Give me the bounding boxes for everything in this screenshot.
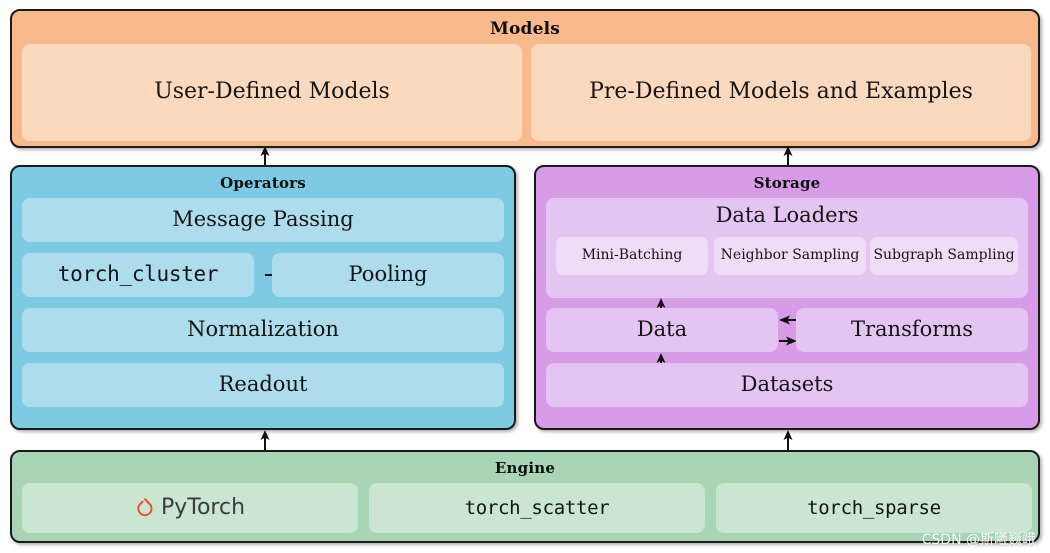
data-loaders-label: Data Loaders: [715, 203, 859, 227]
torch-sparse-box[interactable]: torch_sparse: [716, 483, 1032, 533]
storage-layer: Storage Data Loaders Mini-Batching Neigh…: [534, 165, 1040, 430]
mini-batching-box[interactable]: Mini-Batching: [556, 237, 708, 275]
transforms-box[interactable]: Transforms: [796, 308, 1028, 352]
engine-layer: Engine PyTorch torch_scatter torch_spars…: [10, 450, 1040, 543]
arrow-engine-to-operators: [260, 430, 270, 451]
neighbor-sampling-box[interactable]: Neighbor Sampling: [714, 237, 866, 275]
pre-defined-models-box[interactable]: Pre-Defined Models and Examples: [531, 44, 1031, 141]
models-layer: Models User-Defined Models Pre-Defined M…: [10, 9, 1040, 148]
pytorch-box[interactable]: PyTorch: [22, 483, 358, 533]
user-defined-models-box[interactable]: User-Defined Models: [22, 44, 522, 141]
storage-layer-title: Storage: [753, 174, 821, 192]
pooling-box[interactable]: Pooling: [272, 253, 504, 297]
torch-cluster-box[interactable]: torch_cluster: [22, 253, 254, 297]
normalization-box[interactable]: Normalization: [22, 308, 504, 352]
models-layer-title: Models: [489, 19, 561, 39]
data-box[interactable]: Data: [546, 308, 778, 352]
pytorch-wordmark: PyTorch: [135, 494, 246, 520]
subgraph-sampling-box[interactable]: Subgraph Sampling: [870, 237, 1018, 275]
message-passing-box[interactable]: Message Passing: [22, 198, 504, 242]
operators-layer-title: Operators: [220, 174, 306, 192]
data-loaders-box[interactable]: Data Loaders Mini-Batching Neighbor Samp…: [546, 198, 1028, 298]
torch-scatter-box[interactable]: torch_scatter: [369, 483, 705, 533]
engine-layer-title: Engine: [494, 459, 556, 477]
arrow-transforms-to-data: [779, 315, 797, 325]
readout-box[interactable]: Readout: [22, 363, 504, 407]
watermark-text: CSDN @斯曦巍峨: [921, 532, 1036, 548]
datasets-box[interactable]: Datasets: [546, 363, 1028, 407]
operators-layer: Operators Message Passing torch_cluster …: [10, 165, 516, 430]
architecture-diagram: Models User-Defined Models Pre-Defined M…: [0, 0, 1050, 553]
arrow-engine-to-storage: [783, 430, 793, 451]
pytorch-flame-icon: [137, 498, 153, 517]
arrow-data-to-transforms: [779, 336, 797, 346]
pytorch-label: PyTorch: [160, 494, 246, 520]
